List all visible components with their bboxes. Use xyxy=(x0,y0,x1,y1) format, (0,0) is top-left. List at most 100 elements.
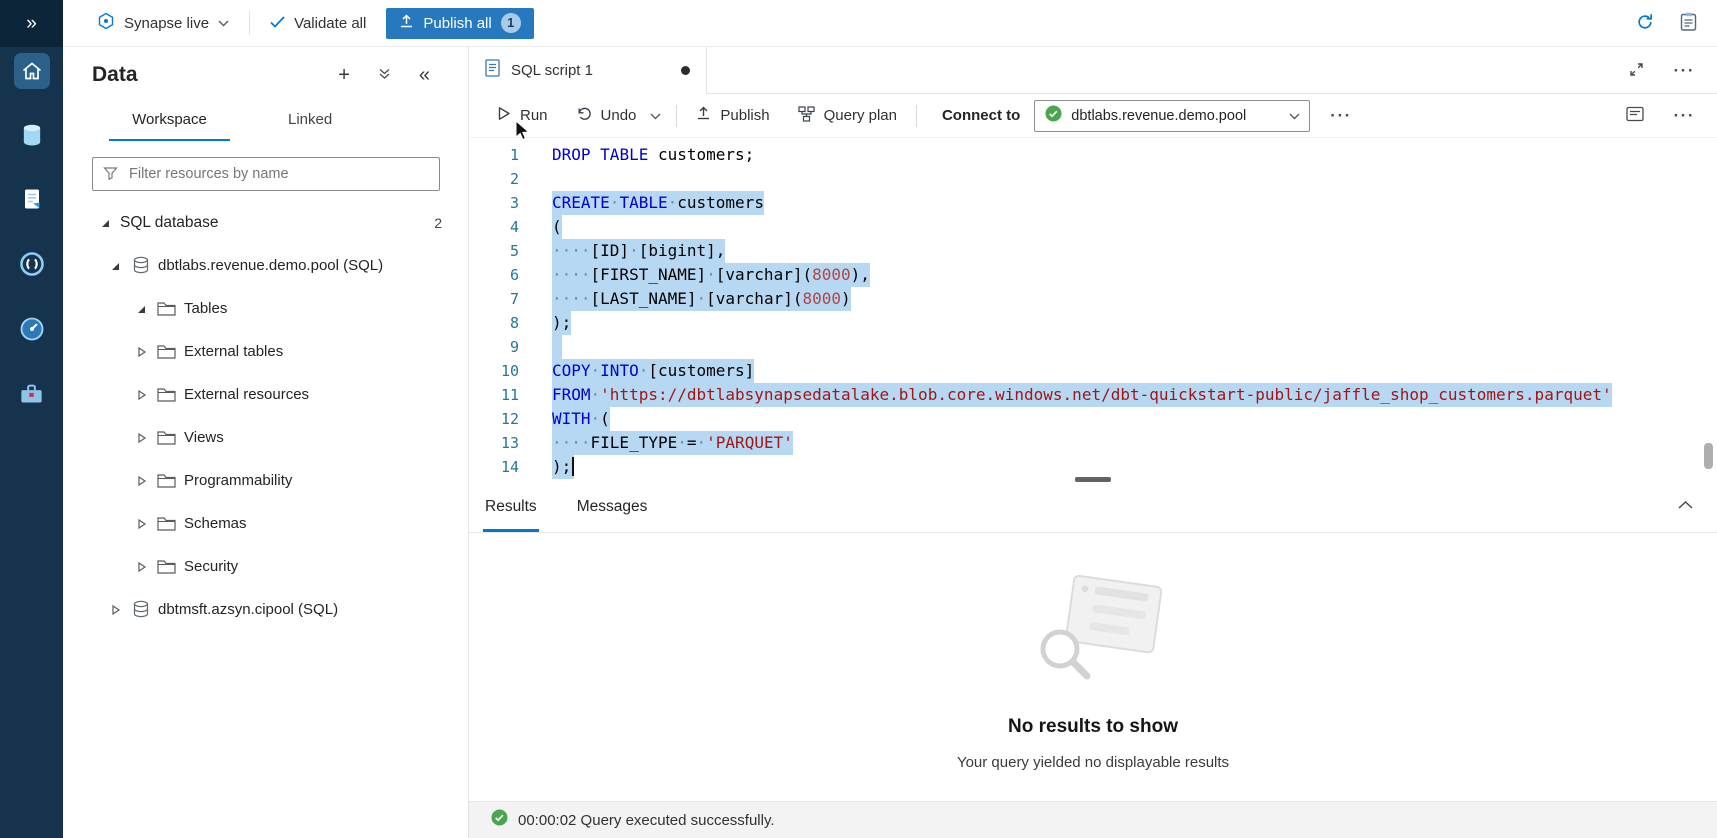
filter-resources-input[interactable] xyxy=(92,157,440,191)
double-chevron-left-icon: « xyxy=(419,65,430,85)
folder-icon xyxy=(156,516,177,532)
toolbar-right-more-button[interactable]: ··· xyxy=(1672,105,1697,126)
task-list-button[interactable] xyxy=(1678,10,1699,36)
tab-sql-script-1[interactable]: SQL script 1 xyxy=(469,47,707,94)
chevron-expanded-icon[interactable] xyxy=(107,260,123,272)
tree-item-dbtmsft-azsyn-cipool-sql[interactable]: dbtmsft.azsyn.cipool (SQL) xyxy=(63,588,468,631)
tab-more-button[interactable]: ··· xyxy=(1672,60,1697,81)
editor-area: SQL script 1 ··· Run xyxy=(469,47,1717,838)
code-line-9[interactable]: 9 xyxy=(469,335,1717,359)
tree-item-tables[interactable]: Tables xyxy=(63,287,468,330)
left-nav-rail: » xyxy=(0,0,63,838)
code-line-12[interactable]: 12WITH·( xyxy=(469,407,1717,431)
nav-item-data[interactable] xyxy=(0,112,63,158)
line-number[interactable]: 8 xyxy=(469,311,519,335)
code-line-content: COPY·INTO·[customers] xyxy=(552,359,754,383)
code-line-6[interactable]: 6····[FIRST_NAME]·[varchar](8000), xyxy=(469,263,1717,287)
refresh-button[interactable] xyxy=(1634,11,1656,36)
script-properties-button[interactable] xyxy=(1624,104,1646,127)
undo-button[interactable]: Undo xyxy=(570,102,643,130)
line-number[interactable]: 7 xyxy=(469,287,519,311)
line-number[interactable]: 3 xyxy=(469,191,519,215)
code-line-4[interactable]: 4( xyxy=(469,215,1717,239)
line-number[interactable]: 11 xyxy=(469,383,519,407)
editor-scrollbar-thumb[interactable] xyxy=(1704,443,1713,469)
line-number[interactable]: 14 xyxy=(469,455,519,479)
tab-workspace[interactable]: Workspace xyxy=(109,103,230,141)
splitter-handle[interactable] xyxy=(1075,477,1111,482)
chevron-collapsed-icon[interactable] xyxy=(133,561,149,573)
line-number[interactable]: 5 xyxy=(469,239,519,263)
line-number[interactable]: 9 xyxy=(469,335,519,359)
code-line-14[interactable]: 14); xyxy=(469,455,1717,479)
chevron-expanded-icon[interactable] xyxy=(97,217,113,229)
code-line-11[interactable]: 11FROM·'https://dbtlabsynapsedatalake.bl… xyxy=(469,383,1717,407)
validate-all-button[interactable]: Validate all xyxy=(270,15,366,32)
code-line-1[interactable]: 1DROP TABLE customers; xyxy=(469,143,1717,167)
collapse-all-button[interactable] xyxy=(376,65,393,85)
line-number[interactable]: 4 xyxy=(469,215,519,239)
line-number[interactable]: 13 xyxy=(469,431,519,455)
line-number[interactable]: 1 xyxy=(469,143,519,167)
nav-item-integrate[interactable] xyxy=(0,241,63,287)
tree-item-label: External resources xyxy=(184,386,309,403)
line-number[interactable]: 10 xyxy=(469,359,519,383)
divider xyxy=(249,11,250,35)
add-resource-button[interactable]: + xyxy=(336,63,352,87)
nav-item-manage[interactable] xyxy=(0,370,63,416)
tab-messages[interactable]: Messages xyxy=(575,498,650,532)
chevron-collapsed-icon[interactable] xyxy=(133,475,149,487)
mode-switcher[interactable]: Synapse live xyxy=(97,12,229,35)
expand-editor-button[interactable] xyxy=(1627,60,1646,82)
chevron-collapsed-icon[interactable] xyxy=(133,518,149,530)
tree-item-security[interactable]: Security xyxy=(63,545,468,588)
nav-item-develop[interactable] xyxy=(0,176,63,222)
code-line-content xyxy=(552,335,562,359)
tree-item-count: 2 xyxy=(434,215,442,231)
collapse-results-button[interactable] xyxy=(1676,495,1695,514)
mode-label: Synapse live xyxy=(124,15,209,32)
code-line-7[interactable]: 7····[LAST_NAME]·[varchar](8000) xyxy=(469,287,1717,311)
tree-item-dbtlabs-revenue-demo-pool-sql[interactable]: dbtlabs.revenue.demo.pool (SQL) xyxy=(63,244,468,287)
tree-item-external-tables[interactable]: External tables xyxy=(63,330,468,373)
tree-item-views[interactable]: Views xyxy=(63,416,468,459)
code-token: FILE_TYPE xyxy=(591,433,678,452)
run-button[interactable]: Run xyxy=(491,101,554,130)
line-number[interactable]: 2 xyxy=(469,167,519,191)
tree-item-programmability[interactable]: Programmability xyxy=(63,459,468,502)
chevron-expanded-icon[interactable] xyxy=(133,303,149,315)
line-number[interactable]: 6 xyxy=(469,263,519,287)
code-line-2[interactable]: 2 xyxy=(469,167,1717,191)
chevron-collapsed-icon[interactable] xyxy=(133,432,149,444)
code-token: [varchar]( xyxy=(706,289,802,308)
connect-to-dropdown[interactable]: dbtlabs.revenue.demo.pool xyxy=(1034,100,1310,132)
tab-results[interactable]: Results xyxy=(483,498,539,532)
query-plan-button[interactable]: Query plan xyxy=(792,101,903,131)
selected-pool: dbtlabs.revenue.demo.pool xyxy=(1071,108,1246,124)
collapse-panel-button[interactable]: « xyxy=(417,63,432,87)
folder-icon xyxy=(156,559,177,575)
chevron-collapsed-icon[interactable] xyxy=(133,389,149,401)
nav-item-home[interactable] xyxy=(0,48,63,94)
code-line-10[interactable]: 10 COPY·INTO·[customers] xyxy=(469,359,1717,383)
chevron-collapsed-icon[interactable] xyxy=(133,346,149,358)
undo-dropdown-button[interactable] xyxy=(648,106,663,125)
publish-button[interactable]: Publish xyxy=(690,101,775,130)
line-number[interactable]: 12 xyxy=(469,407,519,431)
code-line-13[interactable]: 13····FILE_TYPE·=·'PARQUET' xyxy=(469,431,1717,455)
code-line-3[interactable]: 3CREATE·TABLE·customers xyxy=(469,191,1717,215)
chevron-collapsed-icon[interactable] xyxy=(107,604,123,616)
toolbar-more-button[interactable]: ··· xyxy=(1328,105,1353,126)
code-line-5[interactable]: 5····[ID]·[bigint], xyxy=(469,239,1717,263)
chevron-down-icon xyxy=(1289,107,1300,125)
code-line-8[interactable]: 8); xyxy=(469,311,1717,335)
tree-item-schemas[interactable]: Schemas xyxy=(63,502,468,545)
nav-item-monitor[interactable] xyxy=(0,306,63,352)
tree-item-sql-database[interactable]: SQL database2 xyxy=(63,201,468,244)
sql-code-editor[interactable]: 1DROP TABLE customers;23CREATE·TABLE·cus… xyxy=(469,138,1717,481)
publish-all-button[interactable]: Publish all 1 xyxy=(386,8,533,39)
tree-item-external-resources[interactable]: External resources xyxy=(63,373,468,416)
tab-linked[interactable]: Linked xyxy=(288,103,332,141)
code-token: ···· xyxy=(552,265,591,284)
nav-expand-button[interactable]: » xyxy=(0,0,63,47)
